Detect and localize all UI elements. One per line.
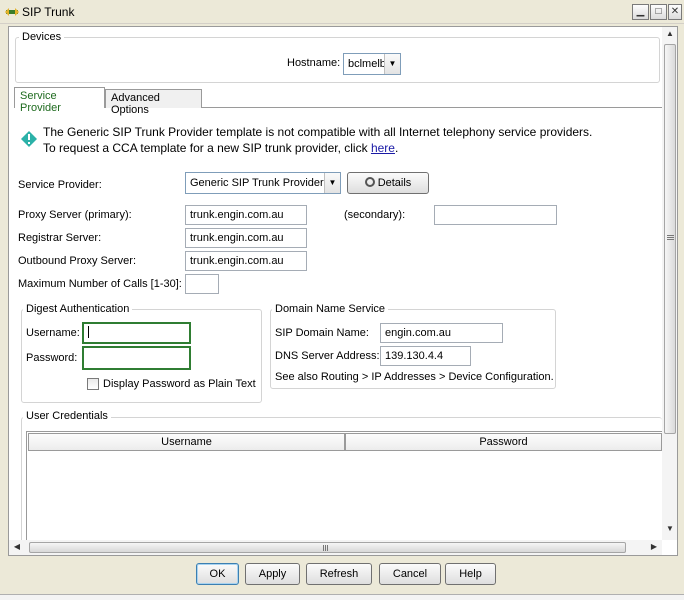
scroll-up-icon[interactable]: ▲ [662,29,677,41]
content-panel: Devices Hostname: bclmelb ▼ Service Prov… [8,26,678,556]
magnifier-icon [364,177,375,187]
minimize-button[interactable]: ▁ [632,4,649,20]
maximize-icon: □ [655,6,662,17]
scroll-right-icon[interactable]: ▶ [649,542,659,553]
chevron-down-icon: ▼ [324,173,340,193]
details-button[interactable]: Details [347,172,429,194]
hostname-label: Hostname: [287,57,341,69]
title-bar[interactable]: SIP Trunk ▁ □ ✕ [0,0,684,24]
close-icon: ✕ [670,6,680,17]
username-label: Username: [26,327,80,339]
max-calls-input[interactable] [185,274,219,294]
show-password-label: Display Password as Plain Text [103,378,256,390]
credentials-table: Username Password [26,431,662,540]
dns-group-label: Domain Name Service [272,303,389,315]
hostname-value: bclmelb [348,58,386,70]
apply-button[interactable]: Apply [245,563,300,585]
column-header-password[interactable]: Password [345,433,662,451]
proxy-primary-input[interactable]: trunk.engin.com.au [185,205,307,225]
tab-advanced-options[interactable]: Advanced Options [105,89,202,116]
ok-button[interactable]: OK [196,563,239,585]
horizontal-scrollbar[interactable]: ◀ ▶ [9,540,662,555]
horizontal-scroll-thumb[interactable] [29,542,626,553]
refresh-button[interactable]: Refresh [306,563,372,585]
proxy-secondary-label: (secondary): [344,209,406,221]
status-bar [0,594,684,600]
grip-icon [323,545,324,551]
details-button-label: Details [377,177,412,189]
vertical-scrollbar[interactable]: ▲ ▼ [662,27,677,540]
scroll-left-icon[interactable]: ◀ [12,542,22,553]
cancel-button[interactable]: Cancel [379,563,441,585]
chevron-down-icon: ▼ [384,54,400,74]
notice-line-2: To request a CCA template for a new SIP … [43,141,398,155]
minimize-icon: ▁ [636,6,645,17]
notice-line-1: The Generic SIP Trunk Provider template … [43,125,593,139]
text-cursor [88,326,89,338]
outbound-proxy-label: Outbound Proxy Server: [18,255,137,267]
proxy-primary-label: Proxy Server (primary): [18,209,132,221]
dns-server-label: DNS Server Address: [275,350,380,362]
tab-service-provider[interactable]: Service Provider [14,87,105,114]
dns-server-input[interactable]: 139.130.4.4 [380,346,471,366]
maximize-button[interactable]: □ [650,4,667,20]
devices-group-label: Devices [19,31,65,43]
column-header-username[interactable]: Username [28,433,345,451]
service-provider-value: Generic SIP Trunk Provider [190,177,324,189]
user-credentials-label: User Credentials [23,410,111,422]
password-label: Password: [26,352,78,364]
close-button[interactable]: ✕ [668,4,682,20]
help-button[interactable]: Help [445,563,496,585]
service-provider-label: Service Provider: [18,179,102,191]
grip-icon [667,235,674,236]
vertical-scroll-thumb[interactable] [664,44,676,434]
digest-username-input[interactable] [82,322,191,344]
notice-line-2-prefix: To request a CCA template for a new SIP … [43,141,371,155]
hostname-select[interactable]: bclmelb ▼ [343,53,401,75]
sip-domain-input[interactable]: engin.com.au [380,323,503,343]
registrar-input[interactable]: trunk.engin.com.au [185,228,307,248]
service-provider-select[interactable]: Generic SIP Trunk Provider ▼ [185,172,341,194]
max-calls-label: Maximum Number of Calls [1-30]: [18,278,182,290]
scroll-viewport: Devices Hostname: bclmelb ▼ Service Prov… [9,27,662,540]
proxy-secondary-input[interactable] [434,205,557,225]
info-icon [21,131,37,147]
digest-password-input[interactable] [82,346,191,370]
show-password-checkbox[interactable] [87,378,99,390]
registrar-label: Registrar Server: [18,232,102,244]
sip-domain-label: SIP Domain Name: [275,327,369,339]
sip-trunk-app-icon [5,5,19,19]
template-request-link[interactable]: here [371,141,395,155]
window-title: SIP Trunk [22,5,75,19]
see-also-text: See also Routing > IP Addresses > Device… [275,371,554,383]
outbound-proxy-input[interactable]: trunk.engin.com.au [185,251,307,271]
scroll-down-icon[interactable]: ▼ [662,524,677,536]
digest-auth-group-label: Digest Authentication [23,303,133,315]
notice-line-2-suffix: . [394,141,399,155]
